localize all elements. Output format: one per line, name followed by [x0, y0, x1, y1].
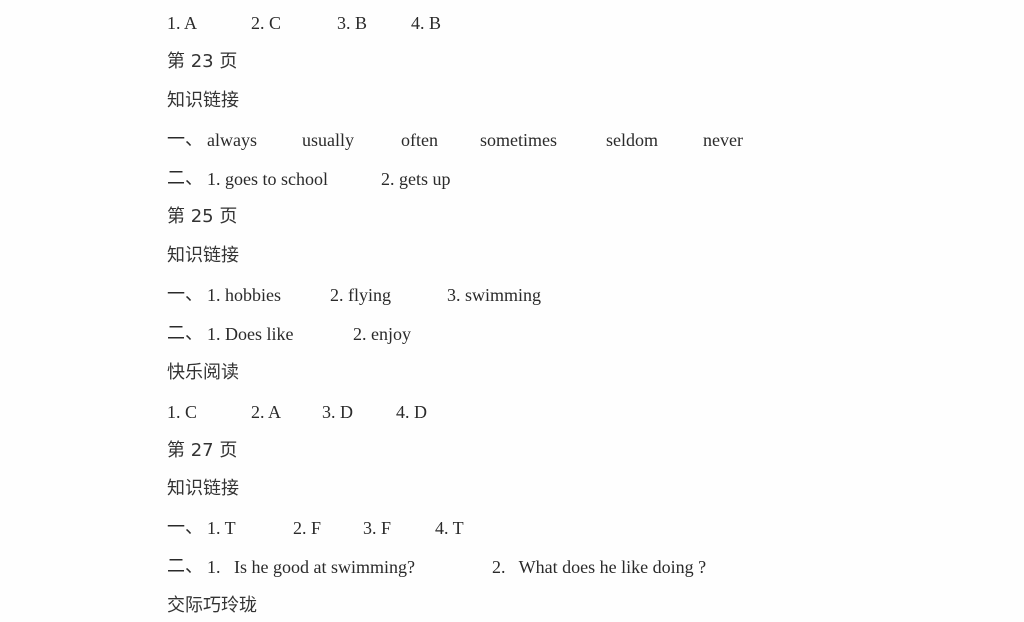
- question-number: 二、: [167, 556, 203, 577]
- answer-item: 1. goes to school: [207, 169, 328, 189]
- answer-item: 1. C: [167, 402, 198, 422]
- section-heading: 知识链接: [167, 478, 239, 499]
- answer-item: 1. hobbies: [207, 285, 281, 305]
- answer-item: 2. C: [251, 13, 282, 33]
- page-heading: 第 27 页: [167, 440, 238, 461]
- answer-item: 2. flying: [330, 285, 391, 305]
- question-number: 二、: [167, 168, 203, 189]
- answer-item: 2. A: [251, 402, 282, 422]
- answer-item: 1. Is he good at swimming?: [207, 557, 415, 577]
- answer-item: 3. B: [337, 13, 368, 33]
- answer-item: always: [207, 130, 257, 150]
- answer-item: seldom: [606, 130, 658, 150]
- answer-item: 4. T: [435, 518, 464, 538]
- section-heading: 知识链接: [167, 245, 239, 266]
- answer-item: usually: [302, 130, 354, 150]
- answer-item: 3. swimming: [447, 285, 542, 305]
- page-heading: 第 25 页: [167, 206, 238, 227]
- answer-item: 3. F: [363, 518, 392, 538]
- answer-item: 2. F: [293, 518, 322, 538]
- question-number: 一、: [167, 129, 203, 150]
- section-heading: 快乐阅读: [167, 362, 239, 383]
- answer-item: 2. What does he like doing ?: [492, 557, 707, 577]
- question-number: 一、: [167, 517, 203, 538]
- answer-item: 3. D: [322, 402, 353, 422]
- question-number: 一、: [167, 284, 203, 305]
- answer-item: 4. B: [411, 13, 442, 33]
- answer-item: 2. enjoy: [353, 324, 411, 344]
- question-number: 二、: [167, 323, 203, 344]
- answer-item: 1. T: [207, 518, 236, 538]
- answer-item: 4. D: [396, 402, 427, 422]
- answer-item: 1. A: [167, 13, 198, 33]
- section-heading: 交际巧玲珑: [167, 595, 257, 616]
- answer-item: sometimes: [480, 130, 557, 150]
- section-heading: 知识链接: [167, 90, 239, 111]
- answer-item: 2. gets up: [381, 169, 451, 189]
- answer-item: 1. Does like: [207, 324, 294, 344]
- answer-item: often: [401, 130, 438, 150]
- page-heading: 第 23 页: [167, 51, 238, 72]
- answer-item: never: [703, 130, 743, 150]
